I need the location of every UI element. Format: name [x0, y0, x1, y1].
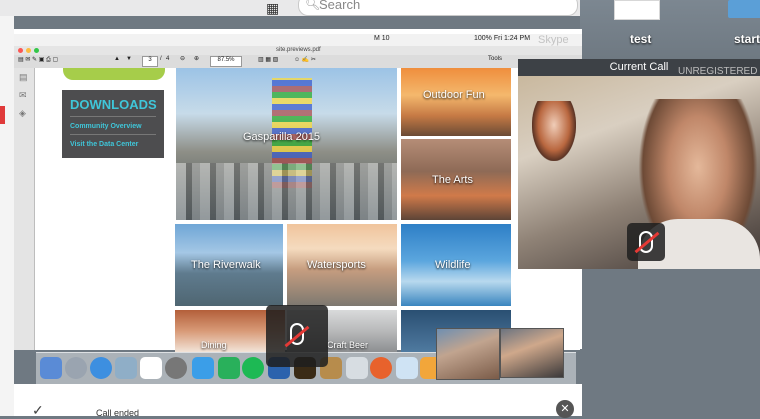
- photo-tile[interactable]: The Riverwalk: [175, 224, 283, 306]
- preview-icon[interactable]: [346, 357, 368, 379]
- zoom-out-button[interactable]: ⊖: [180, 55, 185, 62]
- left-window-edge: [0, 16, 14, 416]
- tile-label: Wildlife: [435, 259, 471, 271]
- toolbar-icons[interactable]: ▤ ✉ ✎ ▣ ⎙ ▢: [18, 56, 58, 64]
- tools-button[interactable]: Tools: [488, 56, 502, 62]
- close-window-button[interactable]: [18, 48, 23, 53]
- attachment-icon[interactable]: ✉: [19, 90, 27, 101]
- photo-tile[interactable]: Wildlife: [401, 224, 511, 306]
- pdf-titlebar: site.previews.pdf: [14, 46, 582, 55]
- community-overview-link[interactable]: Community Overview: [70, 123, 142, 130]
- floating-mute-button[interactable]: [266, 305, 328, 367]
- safari-icon[interactable]: [90, 357, 112, 379]
- photo-tile[interactable]: Gasparilla 2015: [176, 68, 397, 220]
- poster-face: [532, 101, 576, 161]
- pages-icon[interactable]: ▤: [19, 72, 28, 83]
- calendar-icon[interactable]: [140, 357, 162, 379]
- tile-label: The Riverwalk: [191, 259, 261, 271]
- unregistered-text: UNREGISTERED: [678, 66, 758, 77]
- tile-label: Outdoor Fun: [423, 89, 485, 101]
- skype-watermark: Skype: [538, 34, 569, 46]
- pdf-toolbar: ▤ ✉ ✎ ▣ ⎙ ▢ ▲ ▼ 3 / 4 ⊖ ⊕ 87.5% ▥ ▦ ▧ ☺ …: [14, 55, 582, 69]
- close-icon[interactable]: ✕: [556, 400, 574, 418]
- zoom-field[interactable]: 87.5%: [210, 56, 242, 67]
- desktop-icon-label[interactable]: start kit-1: [734, 32, 760, 46]
- folder-icon[interactable]: [728, 0, 760, 18]
- menubar-item[interactable]: M 10: [374, 35, 390, 42]
- page-number-field[interactable]: 3: [142, 56, 158, 67]
- firefox-icon[interactable]: [370, 357, 392, 379]
- settings-icon[interactable]: [165, 357, 187, 379]
- video-thumbnail[interactable]: [500, 328, 564, 378]
- pdf-title: site.previews.pdf: [276, 47, 321, 53]
- file-icon[interactable]: [614, 0, 660, 20]
- spotlight-search[interactable]: 🔍︎ Search: [298, 0, 578, 16]
- green-tab: [63, 68, 165, 80]
- photo-tile[interactable]: Outdoor Fun: [401, 68, 511, 136]
- evernote-icon[interactable]: [218, 357, 240, 379]
- textedit-icon[interactable]: [396, 357, 418, 379]
- red-marker: [0, 106, 5, 124]
- pdf-sidebar: ▤ ✉ ◈: [14, 68, 35, 350]
- messages-icon[interactable]: [192, 357, 214, 379]
- next-page-button[interactable]: ▼: [126, 56, 132, 62]
- tile-label: Gasparilla 2015: [243, 131, 321, 143]
- call-status-label: Call ended: [96, 408, 140, 418]
- divider: [70, 134, 156, 135]
- clock-status[interactable]: 100% Fri 1:24 PM: [474, 35, 530, 42]
- photo-tile[interactable]: Watersports: [287, 224, 397, 306]
- zoom-in-button[interactable]: ⊕: [194, 55, 199, 62]
- spotify-icon[interactable]: [242, 357, 264, 379]
- comment-tools[interactable]: ☺ ✍ ✂: [294, 56, 316, 63]
- back-icon[interactable]: ✓: [32, 402, 44, 419]
- search-icon: 🔍︎: [305, 0, 321, 11]
- downloads-heading: DOWNLOADS: [70, 97, 157, 112]
- mute-microphone-button[interactable]: [627, 223, 665, 261]
- page-total: 4: [166, 56, 170, 62]
- finder-icon[interactable]: [40, 357, 62, 379]
- layers-icon[interactable]: ◈: [19, 108, 26, 119]
- mail-icon[interactable]: [115, 357, 137, 379]
- tile-label: The Arts: [432, 174, 473, 186]
- search-input[interactable]: Search: [319, 0, 360, 12]
- minimize-window-button[interactable]: [26, 48, 31, 53]
- zoom-window-button[interactable]: [34, 48, 39, 53]
- grid-icon[interactable]: ▦: [266, 0, 279, 17]
- view-tools[interactable]: ▥ ▦ ▧: [258, 56, 278, 63]
- data-center-link[interactable]: Visit the Data Center: [70, 141, 138, 148]
- tile-label: Craft Beer: [327, 340, 369, 350]
- tile-label: Dining: [201, 340, 227, 350]
- self-view-thumbnail[interactable]: [436, 328, 500, 380]
- photo-tile[interactable]: The Arts: [401, 139, 511, 220]
- desktop-icon-label[interactable]: test: [630, 32, 651, 46]
- bottom-panel: ✓ Call ended: [14, 384, 582, 419]
- prev-page-button[interactable]: ▲: [114, 56, 120, 62]
- divider: [70, 116, 156, 117]
- tile-label: Watersports: [307, 259, 366, 271]
- launchpad-icon[interactable]: [65, 357, 87, 379]
